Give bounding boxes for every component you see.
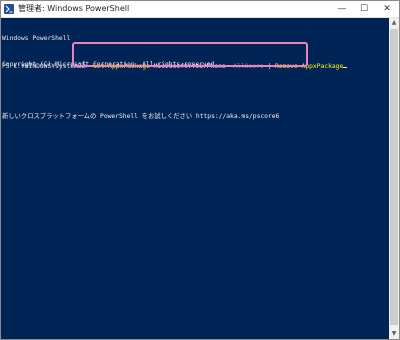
- close-button[interactable]: ✕: [375, 1, 399, 17]
- maximize-button[interactable]: ☐: [353, 1, 375, 17]
- command-highlight-box: [72, 42, 308, 67]
- console-line: 新しいクロスプラットフォームの PowerShell をお試しください http…: [2, 112, 280, 120]
- scroll-thumb[interactable]: [390, 29, 398, 325]
- scroll-down-arrow-icon[interactable]: ▼: [389, 329, 399, 339]
- window-title: 管理者: Windows PowerShell: [18, 4, 130, 13]
- minimize-button[interactable]: —: [331, 1, 353, 17]
- powershell-window: 管理者: Windows PowerShell — ☐ ✕ Windows Po…: [0, 0, 400, 340]
- title-bar[interactable]: 管理者: Windows PowerShell — ☐ ✕: [1, 1, 399, 18]
- vertical-scrollbar[interactable]: ▲ ▼: [389, 18, 399, 339]
- text-cursor: [343, 66, 348, 68]
- scroll-up-arrow-icon[interactable]: ▲: [389, 18, 399, 28]
- powershell-icon: [4, 4, 14, 14]
